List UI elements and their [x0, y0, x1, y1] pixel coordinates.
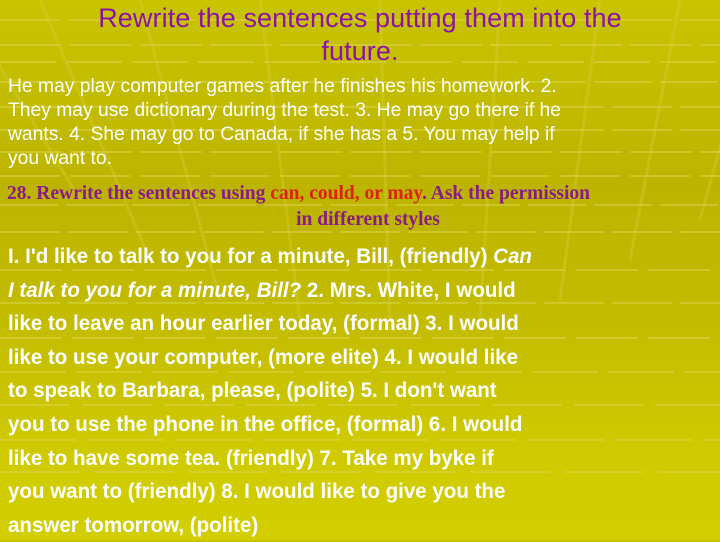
- title-line-1: Rewrite the sentences putting them into …: [98, 3, 622, 33]
- task-28-heading: 28. Rewrite the sentences using can, cou…: [7, 181, 720, 206]
- slide: Rewrite the sentences putting them into …: [0, 0, 720, 540]
- task-28-prefix: 28. Rewrite the sentences using: [7, 183, 271, 204]
- sentence-text: I. I'd like to talk to you for a minute,…: [8, 244, 494, 268]
- future-exercise-text: He may play computer games after he fini…: [8, 75, 720, 171]
- exercise-line: you to use the phone in the office, (for…: [8, 411, 523, 436]
- exercise-line: like to have some tea. (friendly) 7. Tak…: [8, 445, 494, 470]
- exercise-line: They may use dictionary during the test.…: [8, 100, 562, 121]
- exercise-line: answer tomorrow, (polite): [8, 512, 259, 537]
- title-line-2: future.: [321, 36, 399, 66]
- answer-text: Can: [493, 244, 532, 268]
- exercise-line: to speak to Barbara, please, (polite) 5.…: [8, 378, 497, 403]
- exercise-line: wants. 4. She may go to Canada, if she h…: [8, 124, 555, 145]
- task-28-modals: can, could, or may: [270, 183, 423, 204]
- permission-exercise-text: I. I'd like to talk to you for a minute,…: [8, 240, 696, 542]
- sentence-text: 2. Mrs. White, I would: [301, 277, 516, 302]
- task-28-heading-line-2: in different styles: [296, 209, 440, 230]
- slide-title: Rewrite the sentences putting them into …: [0, 0, 720, 68]
- exercise-line: I talk to you for a minute, Bill? 2. Mrs…: [8, 274, 696, 308]
- task-28-suffix: . Ask the permission: [422, 183, 591, 204]
- exercise-line: like to leave an hour earlier today, (fo…: [8, 311, 519, 336]
- exercise-line: I. I'd like to talk to you for a minute,…: [8, 240, 696, 274]
- exercise-line: you want to.: [8, 148, 112, 169]
- exercise-line: like to use your computer, (more elite) …: [8, 344, 519, 369]
- exercise-line: you want to (friendly) 8. I would like t…: [8, 479, 506, 504]
- answer-text: I talk to you for a minute, Bill?: [8, 277, 302, 302]
- exercise-line: He may play computer games after he fini…: [8, 76, 557, 97]
